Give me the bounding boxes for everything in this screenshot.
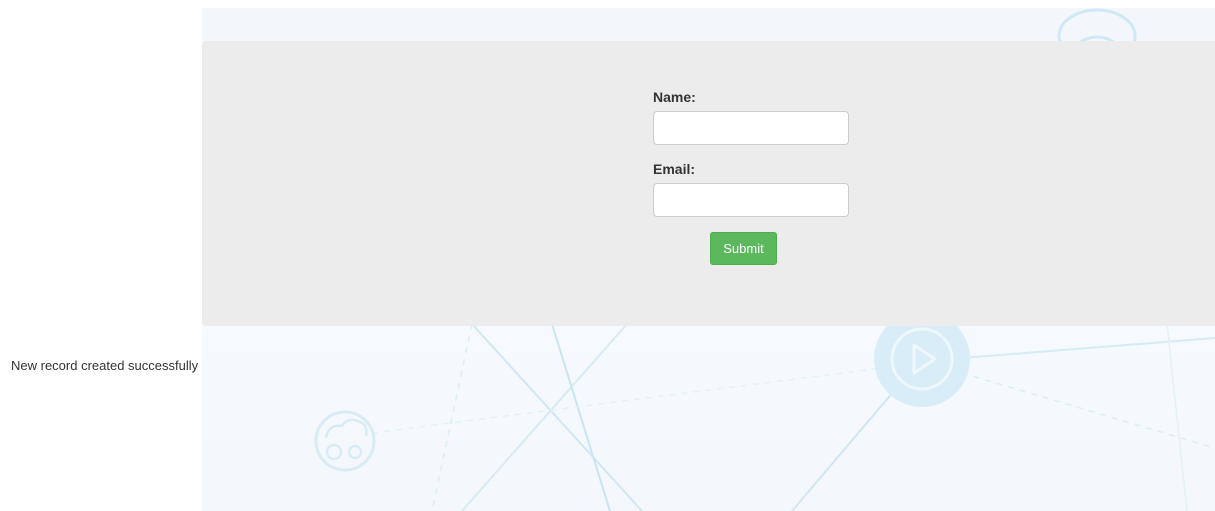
- record-form: Name: Email: Submit: [653, 89, 853, 265]
- name-label: Name:: [653, 89, 696, 105]
- email-label: Email:: [653, 161, 696, 177]
- email-input[interactable]: [653, 183, 849, 217]
- page: Name: Email: Submit New record created s…: [0, 0, 1215, 511]
- status-message: New record created successfully: [11, 358, 199, 373]
- name-input[interactable]: [653, 111, 849, 145]
- submit-button[interactable]: Submit: [710, 232, 777, 265]
- form-panel: Name: Email: Submit: [202, 41, 1215, 326]
